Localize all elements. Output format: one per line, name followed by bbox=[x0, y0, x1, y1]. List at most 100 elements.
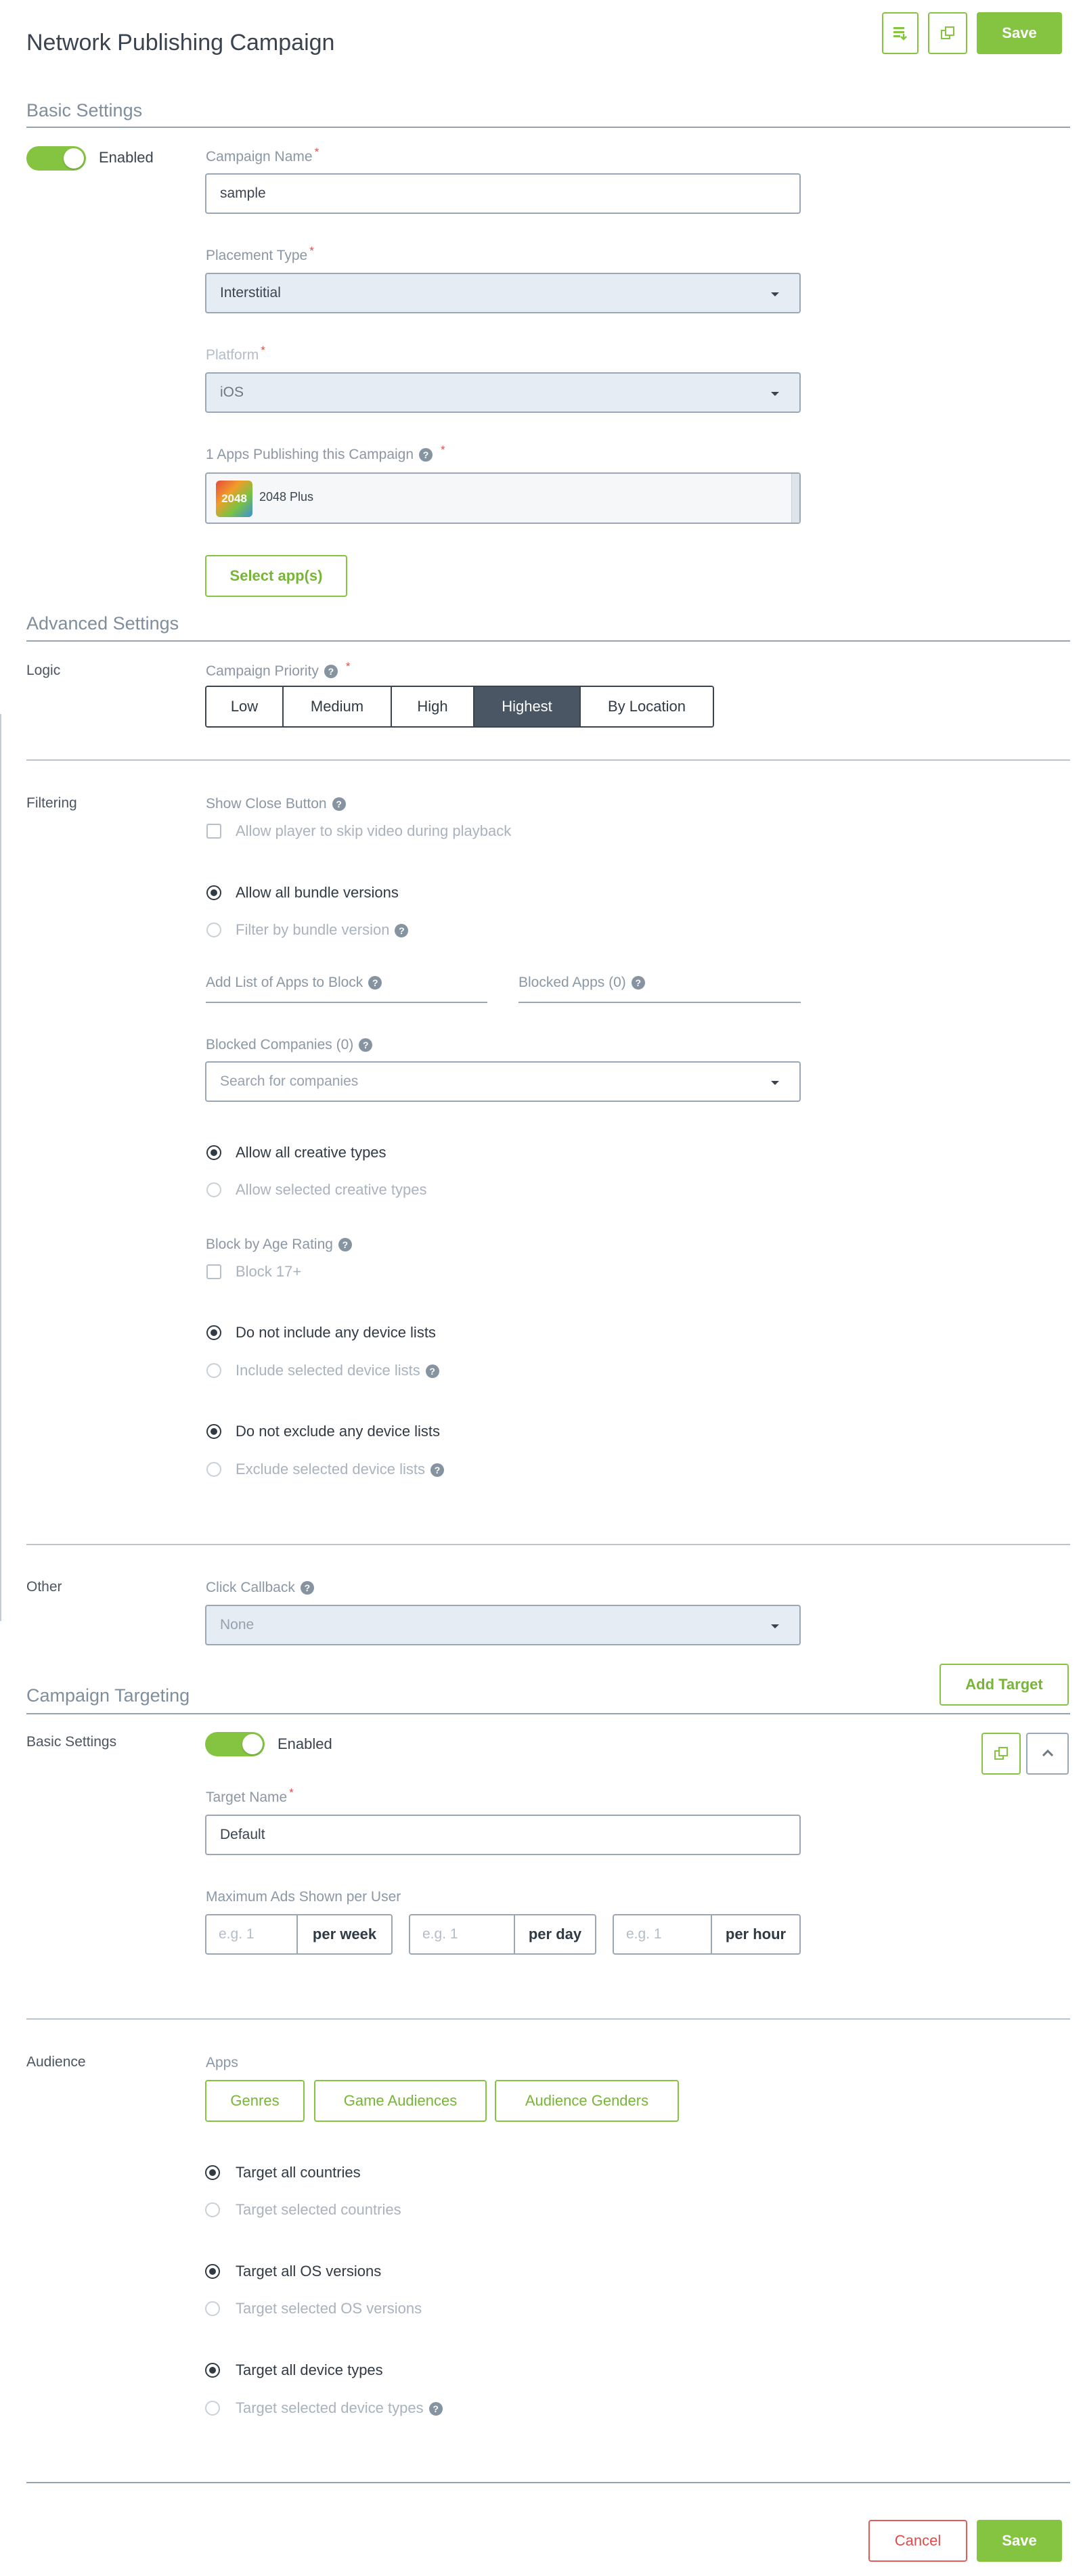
caret-down-icon bbox=[771, 1081, 779, 1085]
priority-segmented-control: Low Medium High Highest By Location bbox=[205, 686, 714, 728]
chevron-up-icon bbox=[1042, 1749, 1053, 1757]
cancel-button[interactable]: Cancel bbox=[868, 2520, 967, 2562]
app-icon: 2048 bbox=[216, 481, 252, 517]
caret-down-icon bbox=[771, 1624, 779, 1628]
help-icon[interactable]: ? bbox=[300, 1581, 314, 1595]
selected-devices-radio[interactable] bbox=[205, 2401, 220, 2416]
section-divider bbox=[26, 1713, 1070, 1714]
help-icon[interactable]: ? bbox=[428, 2402, 443, 2416]
group-divider bbox=[26, 759, 1070, 761]
campaign-targeting-title: Campaign Targeting bbox=[26, 1685, 190, 1706]
no-exclude-device-label: Do not exclude any device lists bbox=[236, 1423, 441, 1440]
no-exclude-device-radio[interactable] bbox=[206, 1424, 221, 1439]
app-name: 2048 Plus bbox=[259, 490, 314, 504]
show-close-label: Show Close Button? bbox=[206, 796, 346, 812]
target-enabled-label: Enabled bbox=[278, 1735, 332, 1752]
add-target-button[interactable]: Add Target bbox=[940, 1664, 1069, 1706]
game-audiences-button[interactable]: Game Audiences bbox=[314, 2080, 487, 2122]
help-icon[interactable]: ? bbox=[419, 448, 433, 462]
priority-high[interactable]: High bbox=[392, 687, 474, 726]
skip-video-checkbox[interactable] bbox=[206, 824, 221, 839]
block17-label: Block 17+ bbox=[236, 1263, 302, 1280]
platform-select[interactable]: iOS bbox=[205, 372, 801, 413]
filter-bundle-label: Filter by bundle version? bbox=[236, 921, 409, 939]
selected-countries-radio[interactable] bbox=[205, 2202, 220, 2217]
allow-all-creative-radio[interactable] bbox=[206, 1145, 221, 1160]
priority-low[interactable]: Low bbox=[206, 687, 284, 726]
help-icon[interactable]: ? bbox=[631, 976, 645, 990]
per-hour-group: e.g. 1 per hour bbox=[613, 1914, 801, 1955]
allow-selected-creative-radio[interactable] bbox=[206, 1182, 221, 1197]
page-title: Network Publishing Campaign bbox=[26, 30, 335, 55]
save-button[interactable]: Save bbox=[977, 12, 1062, 54]
footer-save-button[interactable]: Save bbox=[977, 2520, 1062, 2562]
campaign-priority-label: Campaign Priority? * bbox=[206, 660, 351, 679]
collapse-target-button[interactable] bbox=[1026, 1733, 1069, 1775]
no-include-device-radio[interactable] bbox=[206, 1325, 221, 1340]
priority-medium[interactable]: Medium bbox=[284, 687, 392, 726]
max-ads-label: Maximum Ads Shown per User bbox=[206, 1889, 401, 1905]
help-icon[interactable]: ? bbox=[395, 924, 409, 938]
blocked-apps-field[interactable]: Blocked Apps (0)? bbox=[518, 975, 801, 1003]
audience-label: Audience bbox=[26, 2054, 86, 2070]
section-divider bbox=[26, 640, 1070, 642]
help-icon[interactable]: ? bbox=[368, 976, 382, 990]
import-list-button[interactable] bbox=[882, 12, 919, 54]
selected-devices-label: Target selected device types? bbox=[236, 2399, 443, 2417]
allow-all-creative-label: Allow all creative types bbox=[236, 1144, 386, 1161]
all-devices-radio[interactable] bbox=[205, 2363, 220, 2378]
all-os-radio[interactable] bbox=[205, 2264, 220, 2279]
help-icon[interactable]: ? bbox=[338, 1238, 352, 1252]
add-list-apps-field[interactable]: Add List of Apps to Block? bbox=[206, 975, 487, 1003]
all-countries-label: Target all countries bbox=[236, 2164, 361, 2181]
per-day-input[interactable]: e.g. 1 bbox=[410, 1915, 515, 1953]
genres-button[interactable]: Genres bbox=[205, 2080, 305, 2122]
campaign-enabled-toggle[interactable] bbox=[26, 146, 86, 171]
footer-divider bbox=[26, 2482, 1070, 2483]
help-icon[interactable]: ? bbox=[425, 1364, 439, 1379]
include-device-radio[interactable] bbox=[206, 1363, 221, 1378]
search-companies-input[interactable]: Search for companies bbox=[205, 1061, 801, 1102]
target-name-input[interactable]: Default bbox=[205, 1815, 801, 1855]
apps-publishing-label: 1 Apps Publishing this Campaign? * bbox=[206, 443, 445, 462]
per-day-label: per day bbox=[528, 1926, 582, 1942]
campaign-name-label: Campaign Name * bbox=[206, 146, 319, 164]
select-apps-button[interactable]: Select app(s) bbox=[205, 555, 347, 597]
help-icon[interactable]: ? bbox=[430, 1463, 445, 1478]
priority-by-location[interactable]: By Location bbox=[581, 687, 713, 726]
help-icon[interactable]: ? bbox=[359, 1038, 373, 1052]
audience-genders-button[interactable]: Audience Genders bbox=[495, 2080, 679, 2122]
all-countries-radio[interactable] bbox=[205, 2165, 220, 2180]
help-icon[interactable]: ? bbox=[324, 665, 338, 679]
advanced-settings-title: Advanced Settings bbox=[26, 613, 179, 634]
section-divider bbox=[26, 127, 1070, 128]
per-week-input[interactable]: e.g. 1 bbox=[206, 1915, 298, 1953]
allow-all-bundle-label: Allow all bundle versions bbox=[236, 884, 399, 901]
copy-campaign-button[interactable] bbox=[928, 12, 967, 54]
section-edge-line bbox=[0, 714, 1, 1621]
copy-target-button[interactable] bbox=[981, 1733, 1021, 1775]
apps-list-scrollbar[interactable] bbox=[791, 474, 799, 523]
placement-type-select[interactable]: Interstitial bbox=[205, 273, 801, 313]
per-hour-input[interactable]: e.g. 1 bbox=[614, 1915, 712, 1953]
group-divider bbox=[26, 1544, 1070, 1545]
copy-icon bbox=[941, 26, 954, 39]
enabled-label: Enabled bbox=[99, 149, 154, 166]
priority-highest[interactable]: Highest bbox=[474, 687, 581, 726]
allow-all-bundle-radio[interactable] bbox=[206, 885, 221, 900]
all-os-label: Target all OS versions bbox=[236, 2263, 382, 2280]
block17-checkbox[interactable] bbox=[206, 1264, 221, 1279]
basic-settings-title: Basic Settings bbox=[26, 100, 143, 120]
no-include-device-label: Do not include any device lists bbox=[236, 1324, 436, 1341]
exclude-device-label: Exclude selected device lists? bbox=[236, 1461, 445, 1478]
other-label: Other bbox=[26, 1579, 62, 1595]
help-icon[interactable]: ? bbox=[332, 797, 346, 812]
apps-list: 2048 2048 Plus bbox=[205, 472, 801, 524]
campaign-name-input[interactable]: sample bbox=[205, 173, 801, 214]
blocked-companies-label: Blocked Companies (0)? bbox=[206, 1037, 373, 1053]
exclude-device-radio[interactable] bbox=[206, 1462, 221, 1477]
target-enabled-toggle[interactable] bbox=[205, 1732, 265, 1756]
selected-os-radio[interactable] bbox=[205, 2301, 220, 2316]
click-callback-select[interactable]: None bbox=[205, 1605, 801, 1645]
filter-bundle-radio[interactable] bbox=[206, 923, 221, 937]
